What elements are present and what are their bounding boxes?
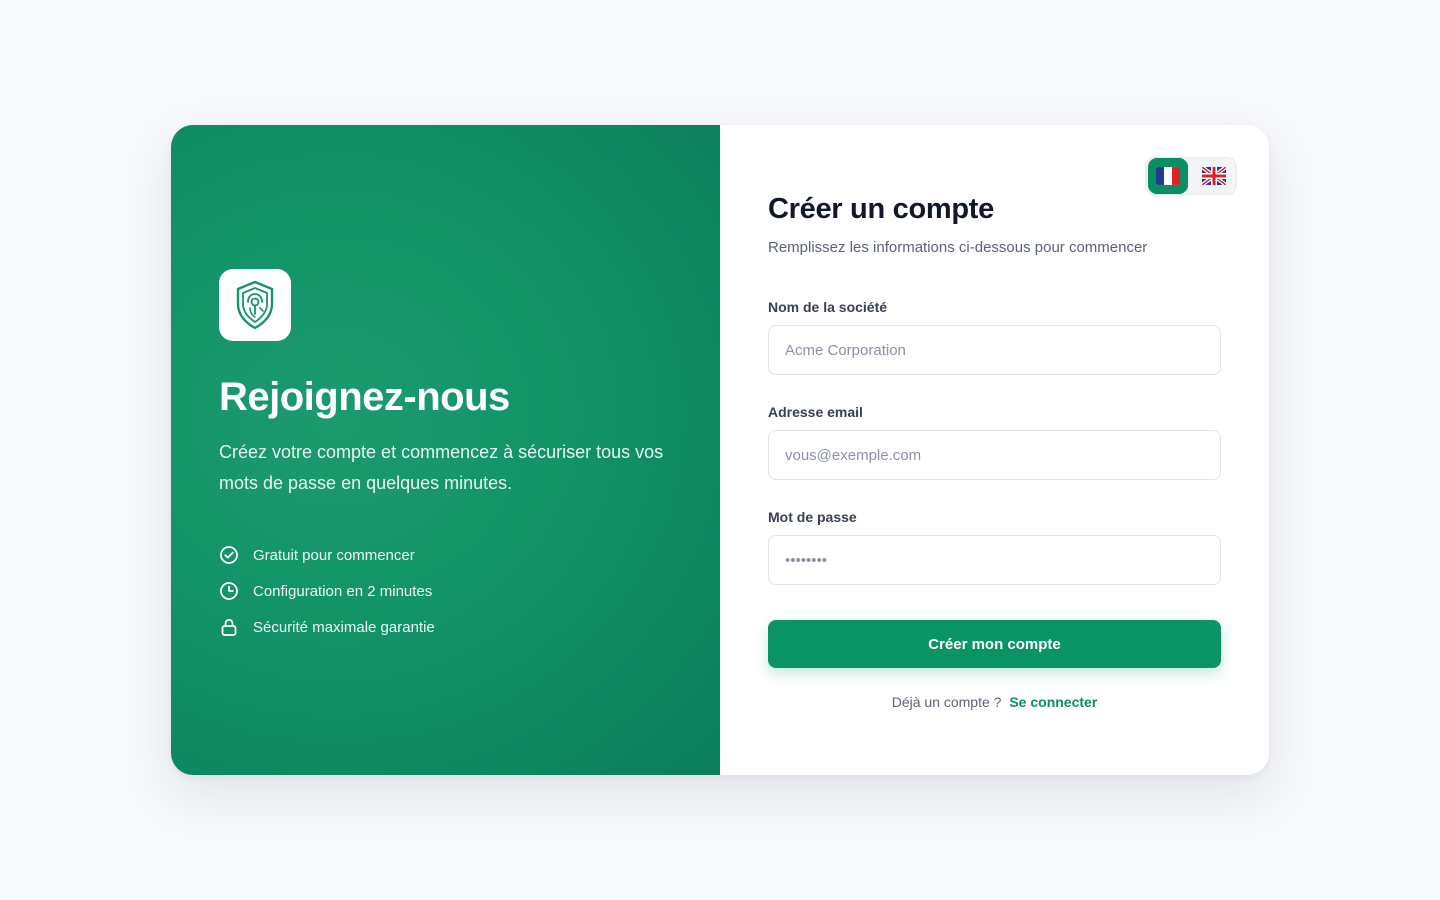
check-circle-icon: [219, 545, 239, 565]
flag-fr-icon: [1156, 167, 1180, 185]
language-fr-button[interactable]: [1148, 158, 1188, 194]
hero-subtitle: Créez votre compte et commencez à sécuri…: [219, 442, 664, 493]
create-account-button[interactable]: Créer mon compte: [768, 620, 1221, 668]
password-input[interactable]: [768, 535, 1221, 585]
feature-label: Sécurité maximale garantie: [253, 618, 435, 636]
feature-item: Gratuit pour commencer: [219, 537, 435, 573]
hero-panel: Rejoignez-nous Créez votre compte et com…: [171, 125, 720, 775]
form-title: Créer un compte: [768, 193, 994, 225]
feature-item: Sécurité maximale garantie: [219, 609, 435, 645]
company-label: Nom de la société: [768, 299, 888, 315]
feature-label: Configuration en 2 minutes: [253, 582, 433, 600]
language-switcher: [1145, 157, 1237, 195]
hero-title: Rejoignez-nous: [219, 375, 510, 419]
feature-item: Configuration en 2 minutes: [219, 573, 435, 609]
login-prompt: Déjà un compte ? Se connecter: [768, 694, 1221, 710]
app-logo: [219, 269, 291, 341]
password-field-group: Mot de passe: [768, 509, 1221, 585]
login-link[interactable]: Se connecter: [1009, 694, 1097, 710]
company-input[interactable]: [768, 325, 1221, 375]
shield-fingerprint-icon: [236, 280, 274, 330]
feature-label: Gratuit pour commencer: [253, 546, 415, 564]
form-subtitle: Remplissez les informations ci-dessous p…: [768, 239, 1148, 256]
signup-card: Rejoignez-nous Créez votre compte et com…: [171, 125, 1269, 775]
form-panel: Créer un compte Remplissez les informati…: [720, 125, 1269, 775]
clock-icon: [219, 581, 239, 601]
email-label: Adresse email: [768, 404, 863, 420]
lock-icon: [219, 617, 239, 637]
password-label: Mot de passe: [768, 509, 857, 525]
language-en-button[interactable]: [1194, 158, 1234, 194]
email-input[interactable]: [768, 430, 1221, 480]
login-prompt-text: Déjà un compte ?: [891, 694, 1002, 710]
company-field-group: Nom de la société: [768, 299, 1221, 375]
email-field-group: Adresse email: [768, 404, 1221, 480]
feature-list: Gratuit pour commencer Configuration en …: [219, 537, 435, 645]
flag-uk-icon: [1202, 167, 1226, 185]
